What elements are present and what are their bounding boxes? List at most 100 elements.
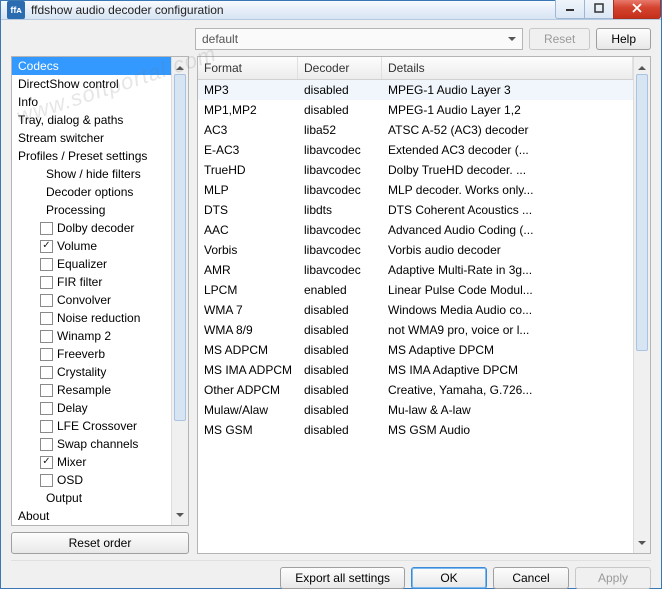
checkbox-icon[interactable] [40,294,53,307]
export-all-button[interactable]: Export all settings [280,567,405,589]
cell-details: MS Adaptive DPCM [382,341,633,359]
col-format[interactable]: Format [198,57,298,79]
tree-node[interactable]: Output [12,489,171,507]
cell-decoder: libavcodec [298,241,382,259]
tree-node[interactable]: Tray, dialog & paths [12,111,171,129]
tree-node[interactable]: Processing [12,201,171,219]
checkbox-icon[interactable] [40,420,53,433]
tree-node[interactable]: About [12,507,171,525]
table-row[interactable]: TrueHDlibavcodecDolby TrueHD decoder. ..… [198,160,633,180]
maximize-button[interactable] [584,0,614,19]
table-row[interactable]: Mulaw/AlawdisabledMu-law & A-law [198,400,633,420]
tree-node[interactable]: ✓Mixer [12,453,171,471]
table-row[interactable]: LPCMenabledLinear Pulse Code Modul... [198,280,633,300]
tree-node[interactable]: Profiles / Preset settings [12,147,171,165]
tree-node[interactable]: Swap channels [12,435,171,453]
checkbox-icon[interactable] [40,384,53,397]
checkbox-icon[interactable] [40,474,53,487]
cell-format: E-AC3 [198,141,298,159]
tree-node[interactable]: LFE Crossover [12,417,171,435]
checkbox-icon[interactable] [40,330,53,343]
tree-node[interactable]: Freeverb [12,345,171,363]
table-row[interactable]: MS ADPCMdisabledMS Adaptive DPCM [198,340,633,360]
apply-button[interactable]: Apply [575,567,651,589]
scroll-up-icon[interactable] [634,57,650,74]
tree-node[interactable]: Decoder options [12,183,171,201]
scroll-thumb[interactable] [636,74,648,351]
table-row[interactable]: MS IMA ADPCMdisabledMS IMA Adaptive DPCM [198,360,633,380]
table-row[interactable]: E-AC3libavcodecExtended AC3 decoder (... [198,140,633,160]
tree-scrollbar[interactable] [171,57,188,525]
grid-scrollbar[interactable] [633,57,650,553]
table-row[interactable]: MS GSMdisabledMS GSM Audio [198,420,633,440]
tree-node[interactable]: Noise reduction [12,309,171,327]
cell-decoder: liba52 [298,121,382,139]
scroll-down-icon[interactable] [172,508,188,525]
scroll-down-icon[interactable] [634,536,650,553]
checkbox-icon[interactable] [40,402,53,415]
cell-details: Advanced Audio Coding (... [382,221,633,239]
ok-button[interactable]: OK [411,567,487,589]
table-row[interactable]: MP1,MP2disabledMPEG-1 Audio Layer 1,2 [198,100,633,120]
bottom-buttons: Export all settings OK Cancel Apply [11,560,651,589]
table-row[interactable]: DTSlibdtsDTS Coherent Acoustics ... [198,200,633,220]
preset-value: default [202,32,238,46]
table-row[interactable]: WMA 7disabledWindows Media Audio co... [198,300,633,320]
tree-node[interactable]: Stream switcher [12,129,171,147]
cancel-button[interactable]: Cancel [493,567,569,589]
tree-node[interactable]: Winamp 2 [12,327,171,345]
cell-decoder: disabled [298,401,382,419]
tree-node[interactable]: Crystality [12,363,171,381]
table-row[interactable]: MP3disabledMPEG-1 Audio Layer 3 [198,80,633,100]
checkbox-icon[interactable] [40,222,53,235]
cell-decoder: disabled [298,301,382,319]
cell-decoder: libavcodec [298,221,382,239]
cell-decoder: libavcodec [298,261,382,279]
scroll-thumb[interactable] [174,74,186,421]
scroll-up-icon[interactable] [172,57,188,74]
tree-node-label: DirectShow control [18,77,119,91]
tree-node[interactable]: Codecs [12,57,171,75]
cell-decoder: enabled [298,281,382,299]
codec-grid: Format Decoder Details MP3disabledMPEG-1… [198,57,633,553]
tree-node[interactable]: Delay [12,399,171,417]
checkbox-icon[interactable]: ✓ [40,240,53,253]
tree-node[interactable]: Dolby decoder [12,219,171,237]
table-row[interactable]: AC3liba52ATSC A-52 (AC3) decoder [198,120,633,140]
tree-node[interactable]: Convolver [12,291,171,309]
tree-node[interactable]: FIR filter [12,273,171,291]
cell-decoder: libavcodec [298,141,382,159]
checkbox-icon[interactable] [40,276,53,289]
checkbox-icon[interactable] [40,438,53,451]
reset-button[interactable]: Reset [529,28,590,50]
table-row[interactable]: VorbislibavcodecVorbis audio decoder [198,240,633,260]
checkbox-icon[interactable]: ✓ [40,456,53,469]
tree-node[interactable]: Equalizer [12,255,171,273]
table-row[interactable]: Other ADPCMdisabledCreative, Yamaha, G.7… [198,380,633,400]
checkbox-icon[interactable] [40,258,53,271]
table-row[interactable]: AAClibavcodecAdvanced Audio Coding (... [198,220,633,240]
tree-node[interactable]: Show / hide filters [12,165,171,183]
tree-node[interactable]: OSD [12,471,171,489]
cell-format: MS IMA ADPCM [198,361,298,379]
checkbox-icon[interactable] [40,348,53,361]
tree-node[interactable]: Resample [12,381,171,399]
tree-node[interactable]: Info [12,93,171,111]
tree-node[interactable]: ✓Volume [12,237,171,255]
col-decoder[interactable]: Decoder [298,57,382,79]
help-button[interactable]: Help [596,28,651,50]
table-row[interactable]: MLPlibavcodecMLP decoder. Works only... [198,180,633,200]
col-details[interactable]: Details [382,57,633,79]
cell-format: Other ADPCM [198,381,298,399]
tree-node[interactable]: DirectShow control [12,75,171,93]
close-button[interactable] [613,0,661,19]
reset-order-button[interactable]: Reset order [11,532,189,554]
minimize-button[interactable] [555,0,585,19]
settings-tree[interactable]: Codecs DirectShow control InfoTray, dialog… [11,56,189,526]
checkbox-icon[interactable] [40,312,53,325]
tree-node-label: Winamp 2 [57,329,111,343]
preset-dropdown[interactable]: default [195,28,523,50]
table-row[interactable]: WMA 8/9disablednot WMA9 pro, voice or l.… [198,320,633,340]
table-row[interactable]: AMRlibavcodecAdaptive Multi-Rate in 3g..… [198,260,633,280]
checkbox-icon[interactable] [40,366,53,379]
